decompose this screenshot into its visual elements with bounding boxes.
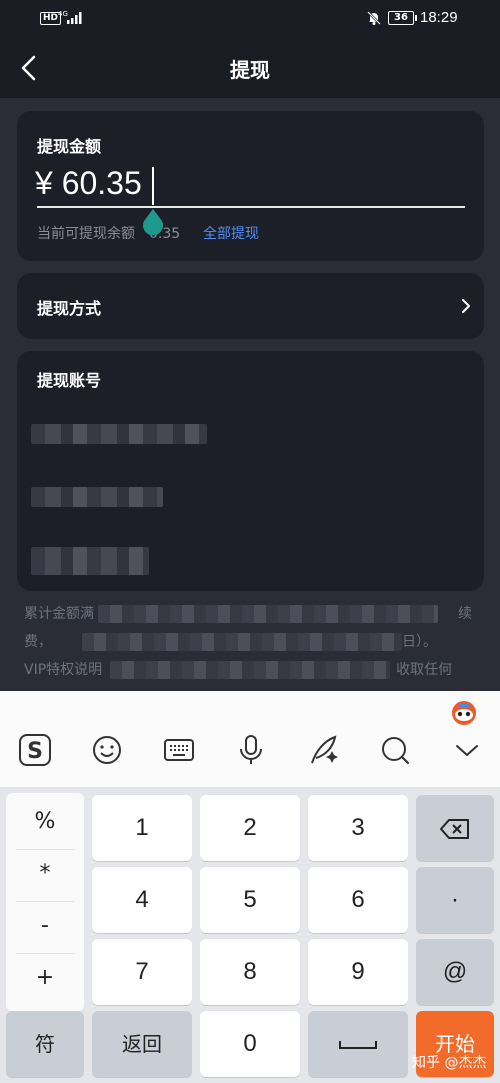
notes-line-3-start: VIP特权说明 bbox=[24, 662, 103, 678]
notes-line-2: 费， 日）。 bbox=[24, 628, 484, 656]
symbol-key[interactable]: 符 bbox=[6, 1011, 84, 1077]
blurred-text bbox=[110, 661, 391, 679]
battery-icon: 36 bbox=[388, 11, 417, 25]
notes-line-1-start: 累计金额满 bbox=[24, 606, 94, 622]
blurred-text bbox=[82, 633, 402, 651]
available-text: 当前可提现余额 bbox=[37, 226, 135, 242]
notes-line-3: VIP特权说明 收取任何 bbox=[24, 656, 484, 684]
notes-line-2-start: 费， bbox=[24, 634, 52, 650]
text-cursor bbox=[152, 167, 154, 205]
key-3[interactable]: 3 bbox=[308, 795, 408, 861]
notes-line-3-end: 收取任何 bbox=[396, 662, 453, 678]
key-at[interactable]: @ bbox=[416, 939, 494, 1005]
amount-label: 提现金额 bbox=[37, 137, 102, 156]
page-title: 提现 bbox=[230, 58, 270, 82]
account-card: 提现账号 bbox=[17, 351, 484, 591]
signal-icon bbox=[67, 12, 82, 24]
key-minus[interactable]: - bbox=[6, 901, 84, 951]
notes-line-1: 累计金额满 续 bbox=[24, 600, 484, 628]
keyboard: S % * - + 1 2 3 4 5 6 · 7 8 9 @ 符 返回 0 开… bbox=[0, 691, 500, 1083]
back-key[interactable]: 返回 bbox=[92, 1011, 192, 1077]
search-icon[interactable] bbox=[378, 733, 412, 767]
blurred-account-2[interactable] bbox=[31, 487, 163, 507]
notes-text: 累计金额满 续 费， 日）。 VIP特权说明 收取任何 bbox=[24, 600, 484, 684]
watermark: 知乎 @杰杰 bbox=[412, 1055, 487, 1071]
chevron-down-icon[interactable] bbox=[450, 733, 484, 767]
key-5[interactable]: 5 bbox=[200, 867, 300, 933]
clock: 18:29 bbox=[420, 9, 458, 26]
space-key[interactable] bbox=[308, 1011, 408, 1077]
sogou-mascot-icon[interactable] bbox=[450, 699, 478, 727]
notes-line-1-end: 续 bbox=[458, 606, 472, 622]
blurred-account-1[interactable] bbox=[31, 424, 207, 444]
chevron-right-icon bbox=[462, 299, 470, 313]
key-percent[interactable]: % bbox=[6, 797, 84, 847]
keyboard-toolbar: S bbox=[0, 691, 500, 787]
key-8[interactable]: 8 bbox=[200, 939, 300, 1005]
key-6[interactable]: 6 bbox=[308, 867, 408, 933]
key-9[interactable]: 9 bbox=[308, 939, 408, 1005]
backspace-icon bbox=[440, 818, 469, 839]
blurred-text bbox=[98, 605, 438, 623]
svg-text:S: S bbox=[27, 739, 43, 764]
key-4[interactable]: 4 bbox=[92, 867, 192, 933]
key-asterisk[interactable]: * bbox=[6, 849, 84, 899]
key-plus[interactable]: + bbox=[6, 953, 84, 1003]
key-7[interactable]: 7 bbox=[92, 939, 192, 1005]
key-dot[interactable]: · bbox=[416, 867, 494, 933]
status-bar: HD 4G 36 18:29 bbox=[0, 0, 500, 38]
sogou-logo-icon[interactable]: S bbox=[18, 733, 52, 767]
keypad: % * - + 1 2 3 4 5 6 · 7 8 9 @ 符 返回 0 开始 bbox=[0, 787, 500, 1083]
backspace-key[interactable] bbox=[416, 795, 494, 861]
method-label: 提现方式 bbox=[37, 299, 102, 318]
withdraw-method-row[interactable]: 提现方式 bbox=[17, 273, 484, 339]
cursor-handle-icon[interactable] bbox=[141, 207, 165, 237]
keyboard-icon[interactable] bbox=[162, 733, 196, 767]
mute-bell-icon bbox=[367, 11, 381, 25]
key-1[interactable]: 1 bbox=[92, 795, 192, 861]
space-icon bbox=[339, 1040, 377, 1049]
notes-line-2-end: 日）。 bbox=[402, 634, 437, 650]
key-0[interactable]: 0 bbox=[200, 1011, 300, 1077]
amount-input[interactable]: ¥ 60.35 bbox=[35, 165, 142, 202]
amount-card: 提现金额 ¥ 60.35 当前可提现余额 0.35 全部提现 bbox=[17, 111, 484, 261]
emoji-icon[interactable] bbox=[90, 733, 124, 767]
quill-icon[interactable] bbox=[306, 733, 340, 767]
blurred-account-3[interactable] bbox=[31, 547, 149, 575]
account-label: 提现账号 bbox=[37, 371, 102, 390]
withdraw-all-link[interactable]: 全部提现 bbox=[203, 223, 259, 243]
microphone-icon[interactable] bbox=[234, 733, 268, 767]
amount-underline bbox=[37, 206, 465, 208]
nav-header: 提现 bbox=[0, 38, 500, 98]
symbol-column: % * - + bbox=[6, 793, 84, 1011]
key-2[interactable]: 2 bbox=[200, 795, 300, 861]
